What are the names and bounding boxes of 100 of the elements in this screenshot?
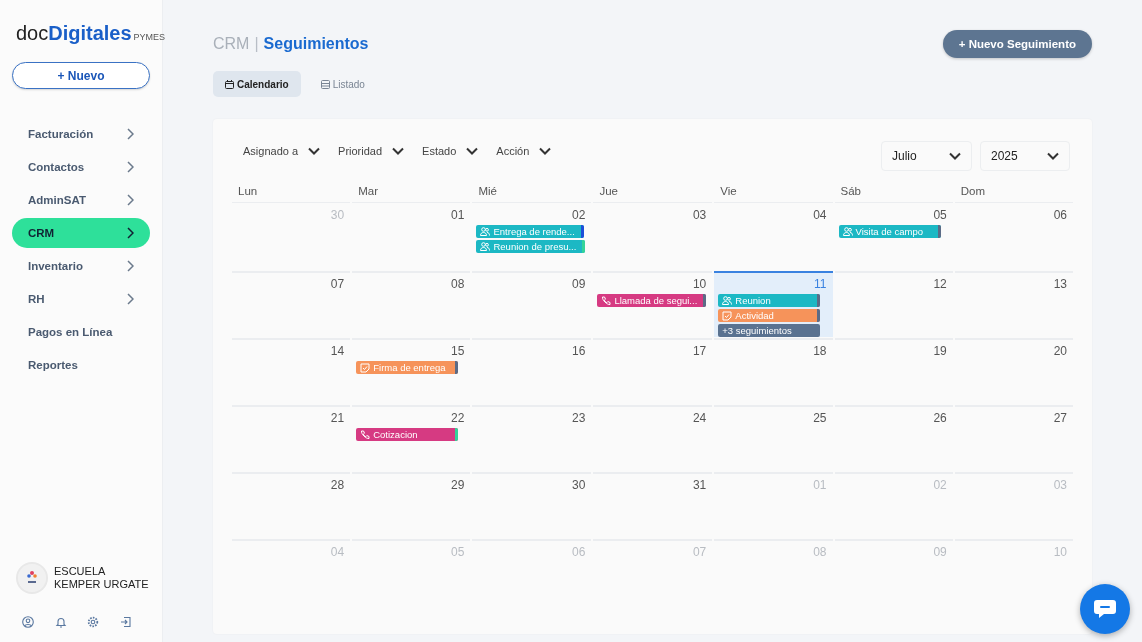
- filter-dropdown[interactable]: Prioridad: [338, 145, 405, 157]
- day-number: 17: [692, 344, 707, 358]
- people-icon: [722, 296, 733, 305]
- day-cell[interactable]: 17: [593, 338, 713, 404]
- breadcrumb-section: CRM: [213, 35, 250, 53]
- day-number: 09: [572, 277, 586, 291]
- day-number: 30: [330, 208, 345, 222]
- chat-button[interactable]: [1080, 584, 1130, 634]
- day-number: 25: [813, 411, 827, 425]
- day-cell[interactable]: 31: [593, 472, 713, 538]
- filter-dropdown[interactable]: Asignado a: [243, 145, 321, 157]
- day-cell[interactable]: 14: [232, 338, 351, 404]
- day-cell[interactable]: 23: [472, 405, 592, 471]
- sidebar-item[interactable]: Facturación: [12, 119, 150, 149]
- day-cell[interactable]: 06: [954, 204, 1073, 270]
- event-chip[interactable]: Llamada de segui...: [597, 294, 707, 307]
- day-number: 08: [813, 545, 827, 559]
- day-number: 07: [692, 545, 707, 559]
- day-cell[interactable]: 27: [954, 405, 1073, 471]
- account-logo-icon: [18, 564, 46, 592]
- new-follow-up-button[interactable]: + Nuevo Seguimiento: [942, 30, 1092, 58]
- day-number: 04: [330, 545, 345, 559]
- month-select[interactable]: Julio: [881, 141, 972, 171]
- day-cell[interactable]: 21: [232, 405, 351, 471]
- year-select[interactable]: 2025: [980, 141, 1070, 171]
- day-cell[interactable]: 30: [472, 472, 592, 538]
- day-number: 01: [813, 478, 827, 492]
- day-number: 16: [572, 344, 586, 358]
- weekday-header: Sáb: [834, 183, 953, 203]
- chevron-right-icon: [126, 161, 134, 173]
- day-cell[interactable]: 11 Reunion Actividad +3 seguimientos: [714, 271, 833, 337]
- filter-dropdown[interactable]: Acción: [496, 145, 552, 157]
- filter-dropdown[interactable]: Estado: [422, 145, 479, 157]
- weekday-header: Mié: [472, 183, 592, 203]
- day-cell[interactable]: 08: [352, 271, 471, 337]
- day-cell[interactable]: 25: [714, 405, 833, 471]
- day-number: 19: [933, 344, 947, 358]
- people-icon: [842, 227, 853, 236]
- day-cell[interactable]: 16: [472, 338, 592, 404]
- day-cell[interactable]: 10 Llamada de segui...: [593, 271, 713, 337]
- logo: docDigitales PYMES: [16, 21, 167, 46]
- view-tab[interactable]: Calendario: [213, 71, 301, 97]
- calendar-icon: [225, 79, 234, 89]
- settings-icon[interactable]: [87, 616, 100, 628]
- day-number: 20: [1053, 344, 1067, 358]
- sidebar-item[interactable]: AdminSAT: [12, 185, 150, 215]
- day-cell[interactable]: 20: [954, 338, 1073, 404]
- day-number: 12: [933, 277, 947, 291]
- new-button[interactable]: + Nuevo: [12, 62, 150, 89]
- chevron-right-icon: [126, 194, 134, 206]
- note-icon: [360, 362, 371, 373]
- chevron-down-icon: [466, 147, 479, 155]
- phone-icon: [601, 295, 612, 306]
- day-number: 15: [451, 344, 465, 358]
- day-number: 13: [1053, 277, 1067, 291]
- sidebar-item[interactable]: Reportes: [12, 350, 150, 380]
- day-number: 09: [933, 545, 947, 559]
- more-events-link[interactable]: +3 seguimientos: [718, 324, 821, 337]
- sidebar-item[interactable]: Contactos: [12, 152, 150, 182]
- day-cell[interactable]: 04: [714, 204, 833, 270]
- day-cell[interactable]: 15 Firma de entrega: [352, 338, 471, 404]
- day-cell[interactable]: 26: [834, 405, 953, 471]
- day-number: 01: [451, 208, 465, 222]
- list-icon: [320, 79, 330, 89]
- day-cell[interactable]: 24: [593, 405, 713, 471]
- weekday-header: Vie: [714, 183, 833, 203]
- sidebar-item[interactable]: RH: [12, 284, 150, 314]
- day-number: 03: [1053, 478, 1067, 492]
- chevron-right-icon: [126, 128, 134, 140]
- day-cell[interactable]: 29: [352, 472, 471, 538]
- day-number: 21: [330, 411, 345, 425]
- chevron-down-icon: [308, 147, 321, 155]
- event-chip[interactable]: Cotizacion: [356, 428, 459, 441]
- day-number: 27: [1053, 411, 1067, 425]
- day-cell[interactable]: 01: [352, 204, 471, 270]
- sidebar-item[interactable]: CRM: [12, 218, 150, 248]
- view-tab[interactable]: Listado: [308, 71, 377, 97]
- day-cell[interactable]: 09: [472, 271, 592, 337]
- day-cell[interactable]: 12: [834, 271, 953, 337]
- day-number: 06: [572, 545, 586, 559]
- day-number: 28: [330, 478, 345, 492]
- bell-icon[interactable]: [54, 616, 67, 628]
- day-cell[interactable]: 19: [834, 338, 953, 404]
- sidebar-item[interactable]: Inventario: [12, 251, 150, 281]
- day-cell[interactable]: 22 Cotizacion: [352, 405, 471, 471]
- logout-icon[interactable]: [119, 616, 132, 628]
- day-number: 02: [933, 478, 947, 492]
- day-number: 29: [451, 478, 465, 492]
- chevron-right-icon: [126, 227, 134, 239]
- day-cell[interactable]: 05 Visita de campo: [834, 204, 953, 270]
- day-cell[interactable]: 18: [714, 338, 833, 404]
- day-cell[interactable]: 03: [593, 204, 713, 270]
- day-number: 24: [692, 411, 707, 425]
- day-number: 31: [692, 478, 707, 492]
- sidebar-item[interactable]: Pagos en Línea: [12, 317, 150, 347]
- day-number: 05: [933, 208, 947, 222]
- day-cell[interactable]: 07: [232, 271, 351, 337]
- day-cell[interactable]: 13: [954, 271, 1073, 337]
- day-cell[interactable]: 28: [232, 472, 351, 538]
- user-icon[interactable]: [22, 616, 34, 628]
